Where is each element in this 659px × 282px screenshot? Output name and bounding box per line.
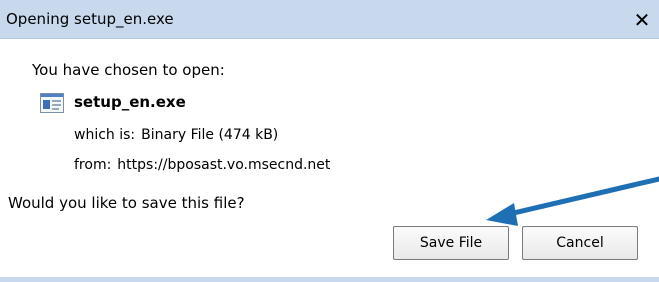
close-button[interactable]: ✕ — [631, 9, 653, 31]
file-source-row: from: https://bposast.vo.msecnd.net — [74, 157, 330, 173]
title-bar: Opening setup_en.exe ✕ — [0, 0, 659, 39]
file-type-label: which is: — [74, 127, 136, 143]
application-file-icon — [40, 93, 64, 113]
file-type-row: which is: Binary File (474 kB) — [74, 127, 278, 143]
window-title: Opening setup_en.exe — [6, 10, 174, 28]
file-source-label: from: — [74, 157, 112, 173]
save-file-button[interactable]: Save File — [393, 226, 509, 260]
open-prompt: You have chosen to open: — [32, 61, 225, 79]
file-name: setup_en.exe — [74, 93, 186, 111]
dialog-bottom-border — [0, 277, 659, 282]
download-dialog: Opening setup_en.exe ✕ You have chosen t… — [0, 0, 659, 282]
save-question: Would you like to save this file? — [8, 194, 245, 212]
cancel-button[interactable]: Cancel — [522, 226, 638, 260]
file-type-value: Binary File (474 kB) — [141, 127, 279, 143]
close-icon: ✕ — [633, 8, 651, 32]
file-source-value: https://bposast.vo.msecnd.net — [117, 157, 331, 173]
